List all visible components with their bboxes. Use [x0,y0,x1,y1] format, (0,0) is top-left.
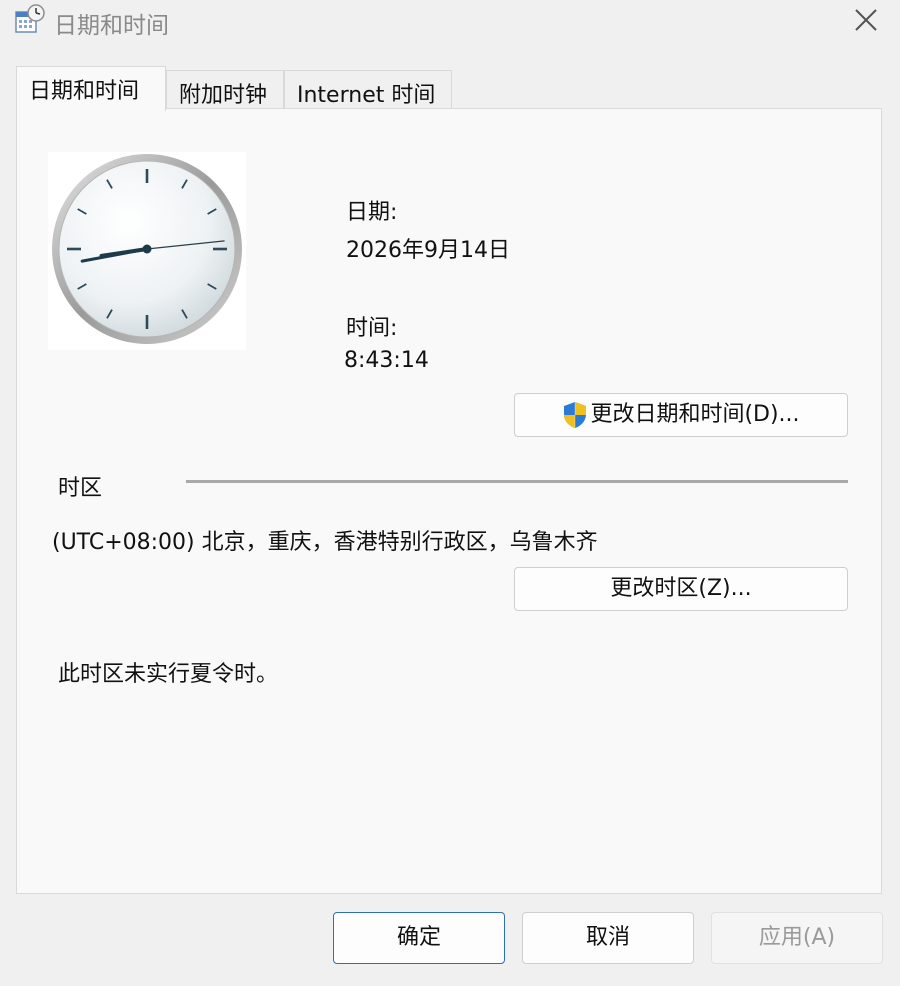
date-label: 日期: [346,200,398,225]
tab-additional-clocks[interactable]: 附加时钟 [166,70,284,110]
dst-note: 此时区未实行夏令时。 [58,662,279,687]
change-date-time-button[interactable]: 更改日期和时间(D)... [514,393,848,437]
date-time-dialog: 日期和时间 日期和时间 附加时钟 Internet 时间 日期: 2026年9月… [0,0,900,986]
tab-internet-time[interactable]: Internet 时间 [284,70,452,110]
timezone-section-label: 时区 [58,476,103,501]
time-label: 时间: [346,316,398,341]
close-icon[interactable] [850,4,882,36]
timezone-divider [186,480,848,483]
change-date-time-label: 更改日期和时间(D)... [590,402,800,427]
date-value: 2026年9月14日 [346,238,510,263]
cancel-button[interactable]: 取消 [522,912,694,964]
window-title: 日期和时间 [54,13,169,39]
uac-shield-icon [564,402,587,428]
ok-button[interactable]: 确定 [333,912,505,964]
time-value: 8:43:14 [344,348,429,373]
tab-date-time[interactable]: 日期和时间 [16,66,166,111]
title-bar: 日期和时间 [0,0,900,46]
change-timezone-button[interactable]: 更改时区(Z)... [514,567,848,611]
apply-button[interactable]: 应用(A) [711,912,883,964]
analog-clock [48,152,246,350]
timezone-value: (UTC+08:00) 北京，重庆，香港特别行政区，乌鲁木齐 [52,530,598,555]
clock-face-icon [52,154,242,344]
calendar-clock-icon [15,4,45,33]
tab-strip: 日期和时间 附加时钟 Internet 时间 [16,66,456,111]
